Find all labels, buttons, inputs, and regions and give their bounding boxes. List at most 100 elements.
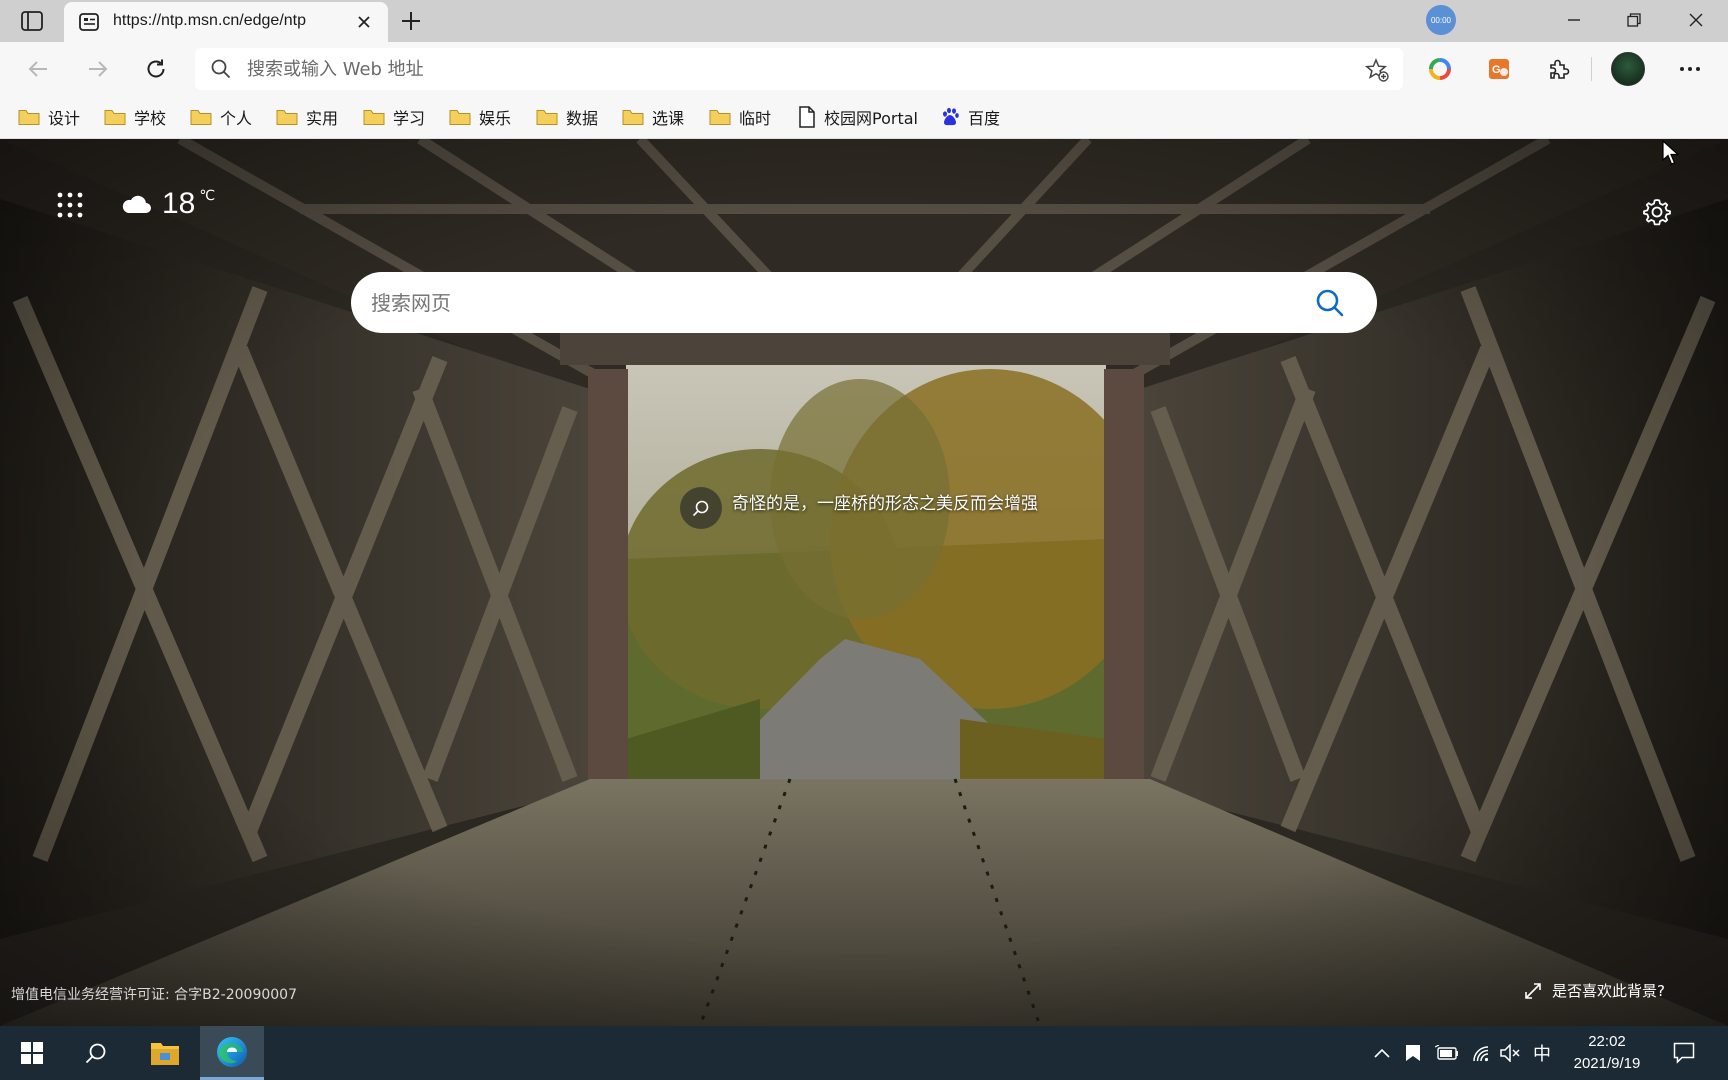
start-button[interactable] — [0, 1026, 64, 1080]
web-search-box[interactable] — [351, 272, 1377, 333]
web-search-button[interactable] — [1311, 284, 1349, 322]
favorite-folder-data[interactable]: 数据 — [536, 104, 598, 130]
edge-taskbar-button[interactable] — [200, 1026, 264, 1080]
puzzle-icon — [1550, 59, 1570, 79]
extensions-button[interactable] — [1543, 53, 1575, 85]
search-icon — [85, 1043, 106, 1064]
license-text: 增值电信业务经营许可证: 合字B2-20090007 — [11, 987, 297, 1003]
taskbar: 中 22:02 2021/9/19 — [0, 1026, 1728, 1080]
favorite-label: 学校 — [134, 109, 167, 128]
more-icon — [1680, 67, 1700, 71]
file-explorer-button[interactable] — [133, 1026, 197, 1080]
back-button[interactable] — [22, 53, 54, 85]
favorite-label: 个人 — [220, 109, 253, 128]
favorite-folder-personal[interactable]: 个人 — [190, 104, 252, 130]
folder-icon — [276, 109, 298, 125]
magnifier-icon — [692, 500, 709, 517]
clock-date: 2021/9/19 — [1573, 1055, 1641, 1072]
gear-icon[interactable] — [1642, 197, 1672, 227]
tab-actions-button[interactable] — [8, 6, 56, 36]
translate-icon: G — [1489, 59, 1509, 79]
taskbar-clock[interactable]: 22:02 2021/9/19 — [1562, 1031, 1652, 1075]
refresh-button[interactable] — [140, 53, 172, 85]
active-tab[interactable]: https://ntp.msn.cn/edge/ntp — [64, 2, 388, 42]
close-window-button[interactable] — [1674, 4, 1718, 36]
page-icon — [799, 106, 815, 128]
new-tab-page-icon — [79, 13, 99, 31]
show-hidden-icons-button[interactable] — [1370, 1041, 1394, 1065]
extension-translate-button[interactable]: G — [1483, 53, 1515, 85]
temperature-unit: ℃ — [199, 188, 216, 204]
baidu-paw-icon — [943, 107, 959, 126]
folder-icon — [190, 109, 212, 125]
favorite-label: 选课 — [652, 109, 685, 128]
favorite-folder-entertainment[interactable]: 娱乐 — [449, 104, 511, 130]
image-search-button[interactable] — [680, 487, 722, 529]
image-caption-text: 奇怪的是，一座桥的形态之美反而会增强 — [732, 494, 1038, 514]
extension-color-button[interactable] — [1424, 53, 1456, 85]
folder-icon — [449, 109, 471, 125]
volume-mute-icon — [1500, 1044, 1520, 1062]
chevron-up-icon — [1374, 1048, 1390, 1058]
notification-icon — [1673, 1042, 1695, 1064]
folder-icon — [622, 109, 644, 125]
plus-icon — [402, 12, 420, 30]
favorite-link-baidu[interactable]: 百度 — [940, 104, 1000, 130]
image-info-caption[interactable]: 奇怪的是，一座桥的形态之美反而会增强 — [680, 487, 1072, 529]
tray-app-button[interactable] — [1401, 1041, 1425, 1065]
like-background-button[interactable]: 是否喜欢此背景? — [1524, 980, 1665, 1001]
notifications-button[interactable] — [1670, 1039, 1698, 1067]
network-button[interactable] — [1469, 1041, 1493, 1065]
weather-widget[interactable]: 18 ℃ — [120, 187, 221, 221]
file-explorer-icon — [151, 1043, 179, 1065]
favorite-label: 娱乐 — [479, 109, 512, 128]
favorite-label: 百度 — [968, 109, 1001, 128]
minimize-button[interactable] — [1552, 4, 1596, 36]
color-ring-icon — [1429, 58, 1451, 80]
settings-more-button[interactable] — [1674, 53, 1706, 85]
address-bar[interactable] — [195, 48, 1403, 90]
taskbar-search-button[interactable] — [64, 1026, 128, 1080]
favorite-folder-utility[interactable]: 实用 — [276, 104, 338, 130]
like-background-label: 是否喜欢此背景? — [1552, 982, 1665, 1000]
search-icon — [1316, 289, 1344, 317]
profile-avatar[interactable] — [1611, 52, 1645, 86]
new-tab-page: 18 ℃ 奇怪的是，一座桥的形态之美反而会增强 增值电信业务经营许可证: 合字B… — [0, 139, 1728, 1026]
clock-time: 22:02 — [1588, 1033, 1626, 1050]
favorite-folder-courses[interactable]: 选课 — [622, 104, 684, 130]
temperature: 18 — [162, 187, 196, 220]
favorite-folder-study[interactable]: 学习 — [363, 104, 425, 130]
battery-button[interactable] — [1435, 1041, 1459, 1065]
windows-logo-icon — [21, 1042, 43, 1064]
arrow-right-icon — [89, 61, 108, 77]
favorite-folder-temp[interactable]: 临时 — [709, 104, 771, 130]
web-search-input[interactable] — [371, 286, 1271, 320]
svg-text:G: G — [1492, 64, 1501, 76]
toolbar-separator — [1591, 57, 1592, 81]
add-favorite-icon[interactable] — [1365, 58, 1389, 82]
folder-icon — [363, 109, 385, 125]
favorite-folder-design[interactable]: 设计 — [18, 104, 80, 130]
apps-grid-icon[interactable] — [56, 191, 84, 219]
restore-button[interactable] — [1612, 4, 1656, 36]
ime-indicator[interactable]: 中 — [1530, 1041, 1554, 1065]
tab-actions-icon — [21, 11, 43, 31]
timer-badge[interactable]: 00:00 — [1426, 5, 1456, 35]
close-icon — [358, 16, 370, 28]
screen: https://ntp.msn.cn/edge/ntp 00:00 搜索或输入 … — [0, 0, 1728, 1080]
toolbar: G — [0, 42, 1728, 96]
folder-icon — [709, 109, 731, 125]
favorite-link-portal[interactable]: 校园网Portal — [798, 104, 918, 130]
tab-strip: https://ntp.msn.cn/edge/ntp 00:00 — [0, 0, 1728, 42]
address-input[interactable] — [247, 54, 1327, 84]
folder-icon — [18, 109, 40, 125]
expand-icon — [1525, 982, 1541, 999]
volume-button[interactable] — [1499, 1041, 1523, 1065]
forward-button[interactable] — [82, 53, 114, 85]
favorite-folder-school[interactable]: 学校 — [104, 104, 166, 130]
new-tab-button[interactable] — [398, 8, 424, 34]
close-tab-button[interactable] — [354, 12, 374, 32]
restore-icon — [1627, 13, 1641, 27]
mouse-cursor-icon — [1662, 140, 1680, 165]
wifi-icon — [1473, 1046, 1489, 1062]
